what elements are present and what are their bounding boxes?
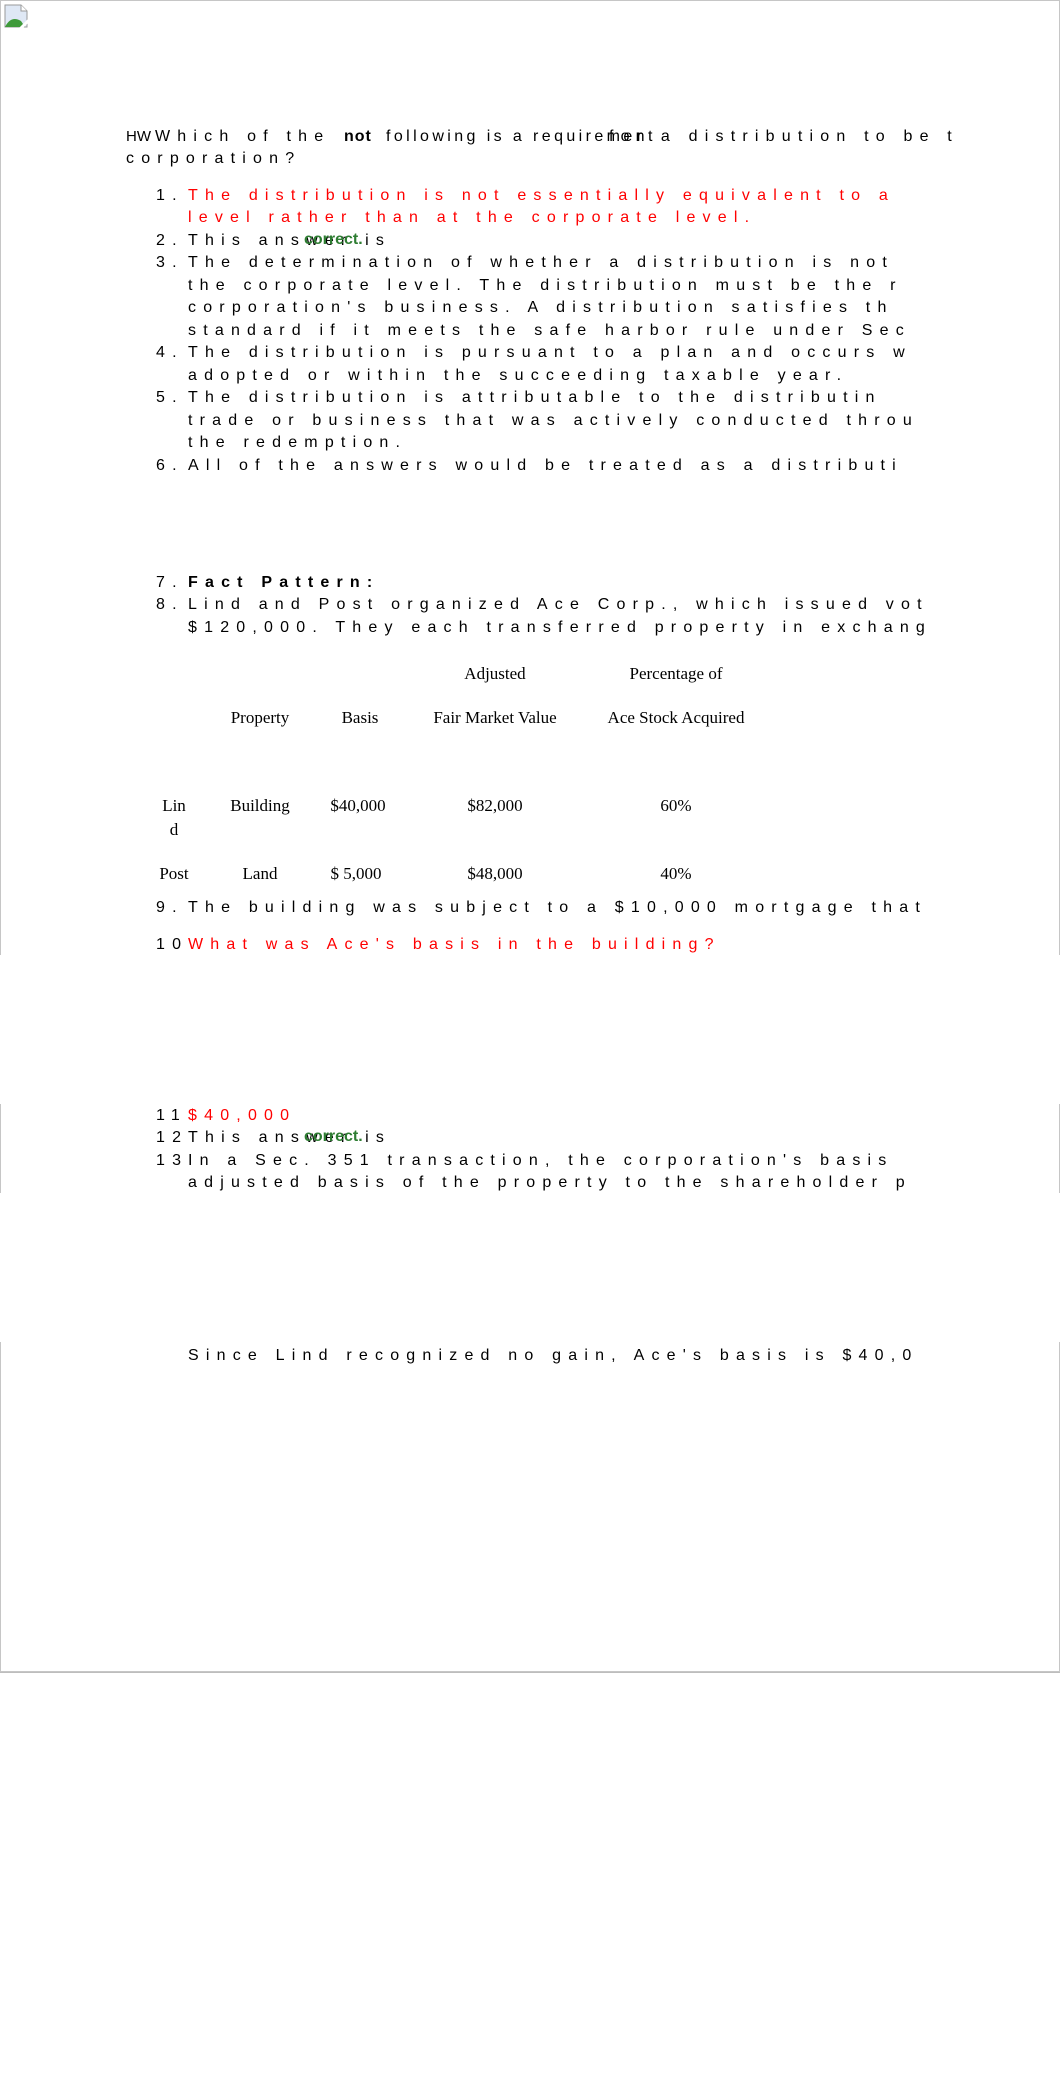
answer-option-cont: trade or business that was actively cond… — [188, 412, 919, 429]
list-number: 5. — [156, 389, 184, 406]
correct-badge: correct. — [304, 1128, 363, 1145]
cell-pct: 60% — [660, 796, 692, 815]
header-stock: Ace Stock Acquired — [607, 708, 745, 727]
question-section: 9. The building was subject to a $10,000… — [0, 897, 1060, 957]
fact-pattern-title: Fact Pattern: — [188, 574, 380, 591]
cell-shareholder: Post — [159, 864, 189, 883]
heading-text-a: Which of the — [155, 128, 331, 145]
cell-property: Building — [230, 796, 290, 815]
heading-not-bold: not — [344, 128, 372, 145]
list-number: 11 — [156, 1107, 188, 1124]
list-number: 2. — [156, 232, 184, 249]
heading-line2: corporation? — [126, 150, 302, 167]
cell-fmv: $48,000 — [467, 864, 523, 883]
correct-badge: correct. — [304, 231, 363, 248]
answer-option[interactable]: All of the answers would be treated as a… — [188, 455, 903, 477]
explanation-footer: Since Lind recognized no gain, Ace's bas… — [0, 1342, 1060, 1372]
list-number: 10 — [156, 936, 189, 953]
fact-text-line: Lind and Post organized Ace Corp., which… — [188, 596, 929, 613]
header-adjusted: Adjusted — [464, 664, 526, 683]
answer-option-cont: the redemption. — [188, 434, 408, 451]
list-number: 1. — [156, 187, 184, 204]
fact-text-line: The building was subject to a $10,000 mo… — [188, 899, 927, 916]
answer-list: 1. The distribution is not essentially e… — [0, 185, 1060, 485]
cell-shareholder: Lin — [162, 796, 186, 815]
answer-section: 11 $40,000 12 This answer is correct. 13… — [0, 1105, 1060, 1195]
list-number: 13 — [156, 1152, 189, 1169]
cell-fmv: $82,000 — [467, 796, 523, 815]
explanation-line: In a Sec. 351 transaction, the corporati… — [188, 1152, 894, 1169]
list-number: 9. — [156, 899, 184, 916]
header-basis: Basis — [341, 708, 379, 727]
answer-option[interactable]: The distribution is pursuant to a plan a… — [188, 342, 912, 364]
explanation-line: corporation's business. A distribution s… — [188, 299, 894, 316]
cell-basis: $40,000 — [330, 796, 386, 815]
answer-option-selected[interactable]: The distribution is not essentially equi… — [188, 185, 895, 207]
answer-option-selected[interactable]: $40,000 — [188, 1105, 296, 1127]
explanation-line: adjusted basis of the property to the sh… — [188, 1174, 912, 1191]
hw-prefix: HW — [126, 128, 151, 145]
list-number: 4. — [156, 344, 184, 361]
header-property: Property — [230, 708, 290, 727]
question-text: What was Ace's basis in the building? — [188, 936, 721, 953]
heading-text-b: for a distribution to be t — [609, 128, 959, 145]
explanation-line: the corporate level. The distribution mu… — [188, 277, 903, 294]
list-number: 6. — [156, 457, 184, 474]
list-number: 3. — [156, 254, 184, 271]
fact-pattern: 7. Fact Pattern: 8. Lind and Post organi… — [0, 572, 1060, 647]
cell-shareholder-wrap: d — [169, 820, 179, 839]
list-number: 8. — [156, 596, 184, 613]
explanation-line: standard if it meets the safe harbor rul… — [188, 322, 911, 339]
cell-pct: 40% — [660, 864, 692, 883]
list-number: 7. — [156, 574, 184, 591]
header-fmv: Fair Market Value — [433, 708, 557, 727]
answer-option[interactable]: The distribution is attributable to the … — [188, 387, 882, 409]
broken-image-icon — [4, 4, 30, 30]
cell-basis: $ 5,000 — [330, 864, 382, 883]
list-number: 12 — [156, 1129, 189, 1146]
explanation-conclusion: Since Lind recognized no gain, Ace's bas… — [188, 1347, 919, 1364]
document-frame-bottom — [0, 1342, 1060, 1672]
header-percentage: Percentage of — [629, 664, 723, 683]
answer-option-cont: adopted or within the succeeding taxable… — [188, 367, 849, 384]
question-heading: HW Which of the not following is a requi… — [0, 126, 1060, 176]
answer-option-selected-cont: level rather than at the corporate level… — [188, 209, 757, 226]
cell-property: Land — [242, 864, 278, 883]
explanation-line: The determination of whether a distribut… — [188, 254, 894, 271]
fact-text-line: $120,000. They each transferred property… — [188, 619, 933, 636]
